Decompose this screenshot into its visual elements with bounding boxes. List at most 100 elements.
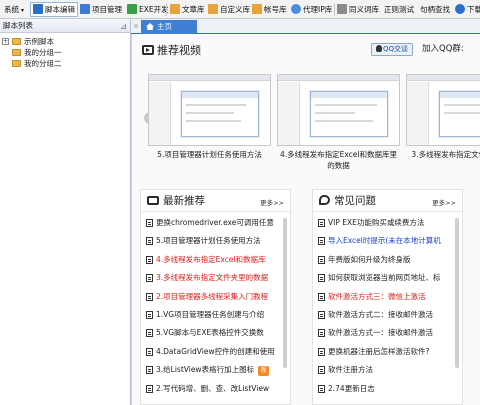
toolbar-script-edit-button[interactable]: 脚本编辑 bbox=[30, 2, 78, 17]
video-badge: 视 bbox=[258, 366, 270, 377]
list-item[interactable]: 4.多线程发布指定Excel和数据库 bbox=[145, 254, 284, 272]
list-item[interactable]: 如何获取浏览器当前网页地址、标 bbox=[317, 272, 456, 290]
document-icon bbox=[318, 237, 325, 246]
latest-more-link[interactable]: 更多>> bbox=[260, 197, 284, 207]
account-lib-icon bbox=[252, 4, 262, 14]
list-item[interactable]: 5.VG脚本与EXE表格控件交换数 bbox=[145, 327, 284, 345]
list-item[interactable]: 年费版如何升级为终身版 bbox=[317, 254, 456, 272]
video-icon bbox=[142, 45, 154, 55]
document-icon bbox=[146, 384, 153, 393]
document-icon bbox=[146, 329, 153, 338]
faq-header: 常见问题 更多>> bbox=[313, 190, 462, 212]
list-item[interactable]: 3.多线程发布指定文件夹里的数据 bbox=[145, 272, 284, 290]
custom-lib-icon bbox=[208, 4, 218, 14]
toolbar-download-button[interactable]: 下载 bbox=[455, 2, 480, 17]
expand-icon[interactable]: + bbox=[2, 38, 9, 45]
document-icon bbox=[146, 255, 153, 264]
document-icon bbox=[318, 274, 325, 283]
script-list-title: 脚本列表 ⊿ bbox=[0, 19, 130, 33]
video-title[interactable]: 5.项目管理器计划任务使用方法 bbox=[148, 149, 271, 160]
latest-recommend-header: 最新推荐 更多>> bbox=[141, 190, 290, 212]
document-tab-bar: × 主页 bbox=[131, 19, 480, 34]
latest-recommend-panel: 最新推荐 更多>> 更换chromedriver.exe可调用任意 5.项目管理… bbox=[140, 189, 291, 405]
document-icon bbox=[146, 366, 153, 375]
folder-icon bbox=[12, 38, 21, 45]
home-icon bbox=[146, 23, 154, 30]
script-list-panel: 脚本列表 ⊿ + 示例脚本 我的分组一 我的分组二 bbox=[0, 19, 131, 405]
download-icon bbox=[455, 4, 465, 14]
qq-penguin-icon bbox=[375, 45, 382, 52]
latest-recommend-list: 更换chromedriver.exe可调用任意 5.项目管理器计划任务使用方法 … bbox=[145, 217, 284, 401]
document-icon bbox=[146, 292, 153, 301]
join-qq-group-label: 加入QQ群: bbox=[422, 44, 464, 54]
system-menu[interactable]: 系统 ▾ bbox=[4, 2, 24, 17]
document-icon bbox=[146, 347, 153, 356]
list-item[interactable]: 5.项目管理器计划任务使用方法 bbox=[145, 235, 284, 253]
toolbar-proxy-ip-button[interactable]: 代理IP库 bbox=[291, 2, 332, 17]
list-item[interactable]: 软件激活方式二：接收邮件激活 bbox=[317, 309, 456, 327]
list-item[interactable]: 2.74更新日志 bbox=[317, 383, 456, 401]
document-icon bbox=[146, 219, 153, 227]
video-card[interactable]: 5.项目管理器计划任务使用方法 bbox=[148, 74, 271, 160]
list-item[interactable]: 更换机器注册后怎样激活软件? bbox=[317, 346, 456, 364]
document-icon bbox=[318, 347, 325, 356]
document-icon bbox=[146, 237, 153, 246]
video-card[interactable]: 3.多线程发布指定文件夹里的数据 bbox=[406, 74, 480, 160]
faq-scrollbar[interactable] bbox=[455, 218, 459, 368]
script-tree: + 示例脚本 我的分组一 我的分组二 bbox=[0, 33, 130, 69]
main-toolbar: 系统 ▾ 脚本编辑 项目管理 EXE开发 文章库 自定义库 帐号库 代理IP库 同… bbox=[0, 0, 480, 19]
document-icon bbox=[318, 255, 325, 264]
list-item[interactable]: 更换chromedriver.exe可调用任意 bbox=[145, 217, 284, 235]
proxy-ip-icon bbox=[291, 4, 301, 14]
video-thumbnail[interactable] bbox=[277, 74, 400, 146]
toolbar-regex-test-button[interactable]: 正则测试 bbox=[384, 2, 414, 17]
chevron-down-icon: ▾ bbox=[21, 7, 25, 14]
list-item[interactable]: 1.VG项目管理器任务创建与介绍 bbox=[145, 309, 284, 327]
document-icon bbox=[318, 310, 325, 319]
qq-chat-button[interactable]: QQ交谈 bbox=[371, 43, 413, 56]
tree-node-group-2[interactable]: 我的分组二 bbox=[0, 58, 130, 69]
tab-home[interactable]: 主页 bbox=[141, 20, 197, 34]
toolbar-account-lib-button[interactable]: 帐号库 bbox=[252, 2, 287, 17]
monitor-icon bbox=[147, 196, 159, 205]
video-card[interactable]: 4.多线程发布指定Excel和数据库里的数据 bbox=[277, 74, 400, 171]
video-title[interactable]: 4.多线程发布指定Excel和数据库里的数据 bbox=[277, 149, 400, 171]
list-item[interactable]: 3.给ListView表格行加上图标视 bbox=[145, 364, 284, 382]
document-icon bbox=[146, 274, 153, 283]
toolbar-article-lib-button[interactable]: 文章库 bbox=[170, 2, 205, 17]
list-item[interactable]: 软件激活方式一：接收邮件激活 bbox=[317, 327, 456, 345]
list-item[interactable]: 2.项目管理器多线程采集入门教程 bbox=[145, 291, 284, 309]
document-icon bbox=[146, 310, 153, 319]
faq-panel: 常见问题 更多>> VIP EXE功能购买或续费方法 导入Excel时提示(未在… bbox=[312, 189, 463, 405]
pin-icon[interactable]: ⊿ bbox=[120, 20, 127, 33]
tree-node-group-1[interactable]: 我的分组一 bbox=[0, 47, 130, 58]
home-page: 推荐视频 QQ交谈 加入QQ群: ◀ 5.项目管理器计划任务使用方法 4.多线程… bbox=[131, 34, 480, 405]
video-thumbnail[interactable] bbox=[148, 74, 271, 146]
faq-more-link[interactable]: 更多>> bbox=[432, 197, 456, 207]
folder-icon bbox=[12, 60, 21, 67]
document-icon bbox=[318, 329, 325, 338]
list-item[interactable]: 软件激活方式三：微信上激活 bbox=[317, 291, 456, 309]
list-item[interactable]: 4.DataGridView控件的创建和使用 bbox=[145, 346, 284, 364]
video-title[interactable]: 3.多线程发布指定文件夹里的数据 bbox=[406, 149, 480, 160]
list-item[interactable]: 软件注册方法 bbox=[317, 364, 456, 382]
close-icon[interactable]: × bbox=[133, 22, 139, 30]
article-lib-icon bbox=[170, 4, 180, 14]
toolbar-handle-find-button[interactable]: 句柄查找 bbox=[420, 2, 450, 17]
tree-node-example-scripts[interactable]: + 示例脚本 bbox=[0, 36, 130, 47]
toolbar-synonym-lib-button[interactable]: 同义词库 bbox=[337, 2, 379, 17]
toolbar-exe-dev-button[interactable]: EXE开发 bbox=[127, 2, 169, 17]
list-item[interactable]: 2.写代码增、删、查、改ListView bbox=[145, 383, 284, 401]
toolbar-project-manage-button[interactable]: 项目管理 bbox=[80, 2, 122, 17]
list-item[interactable]: VIP EXE功能购买或续费方法 bbox=[317, 217, 456, 235]
latest-scrollbar[interactable] bbox=[283, 218, 287, 368]
exe-dev-icon bbox=[127, 4, 137, 14]
list-item[interactable]: 导入Excel时提示(未在本地计算机 bbox=[317, 235, 456, 253]
project-manage-icon bbox=[80, 4, 90, 14]
toolbar-custom-lib-button[interactable]: 自定义库 bbox=[208, 2, 250, 17]
video-thumbnail[interactable] bbox=[406, 74, 480, 146]
folder-icon bbox=[12, 49, 21, 56]
script-edit-icon bbox=[33, 4, 43, 14]
document-icon bbox=[318, 292, 325, 301]
document-icon bbox=[318, 384, 325, 393]
